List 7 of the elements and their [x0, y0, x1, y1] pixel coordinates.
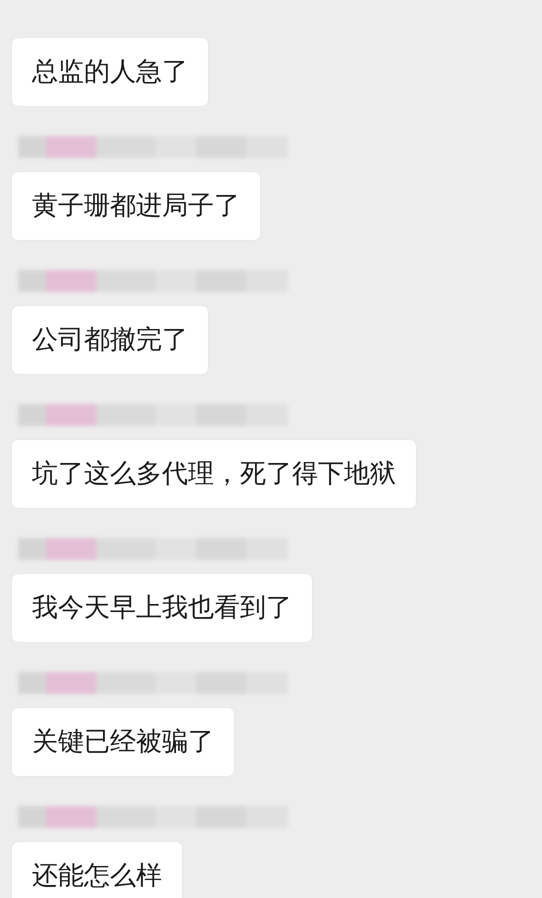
- message-bubble: 总监的人急了: [12, 38, 208, 106]
- message-bubble: 我今天早上我也看到了: [12, 574, 312, 642]
- message-bubble: 公司都撤完了: [12, 306, 208, 374]
- message-bubble: 黄子珊都进局子了: [12, 172, 260, 240]
- message-bubble: 关键已经被骗了: [12, 708, 234, 776]
- message-bubble: 还能怎么样: [12, 842, 182, 898]
- message-bubble: 坑了这么多代理，死了得下地狱: [12, 440, 416, 508]
